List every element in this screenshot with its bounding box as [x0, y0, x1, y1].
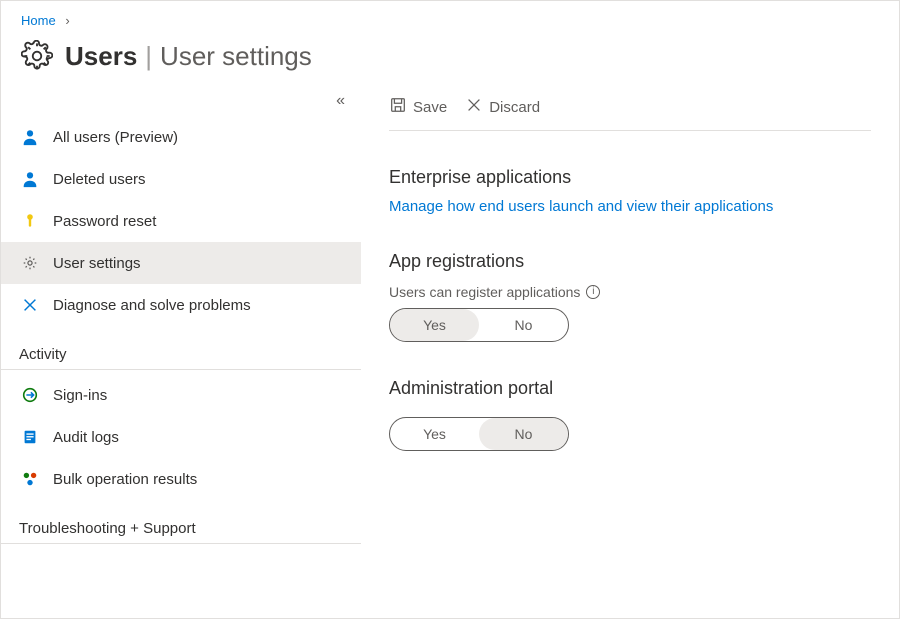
sidebar: « All users (Preview) Deleted users Pass… [1, 92, 361, 609]
sidebar-item-label: User settings [53, 255, 141, 272]
chevron-right-icon: › [65, 13, 69, 28]
discard-label: Discard [489, 99, 540, 116]
section-enterprise-apps-title: Enterprise applications [389, 167, 871, 188]
sidebar-item-user-settings[interactable]: User settings [1, 242, 361, 284]
log-icon [19, 426, 41, 448]
key-icon [19, 210, 41, 232]
sidebar-item-label: Sign-ins [53, 387, 107, 404]
save-icon [389, 96, 407, 118]
sidebar-item-diagnose[interactable]: Diagnose and solve problems [1, 284, 361, 326]
page-title: Users [65, 41, 137, 72]
sidebar-item-signins[interactable]: Sign-ins [1, 374, 361, 416]
gear-icon [19, 38, 55, 74]
collapse-sidebar-icon[interactable]: « [336, 92, 345, 110]
app-reg-toggle-no[interactable]: No [479, 309, 568, 341]
section-admin-portal-title: Administration portal [389, 378, 871, 399]
sidebar-item-deleted-users[interactable]: Deleted users [1, 158, 361, 200]
bulk-icon [19, 468, 41, 490]
person-icon [19, 126, 41, 148]
section-app-registrations-title: App registrations [389, 251, 871, 272]
app-reg-toggle: Yes No [389, 308, 569, 342]
sidebar-item-label: Bulk operation results [53, 471, 197, 488]
info-icon[interactable]: i [586, 285, 600, 299]
title-separator: | [145, 41, 152, 72]
sidebar-item-label: All users (Preview) [53, 129, 178, 146]
signin-icon [19, 384, 41, 406]
page-subtitle: User settings [160, 41, 312, 72]
discard-button[interactable]: Discard [465, 96, 540, 118]
admin-portal-toggle: Yes No [389, 417, 569, 451]
toolbar: Save Discard [389, 92, 871, 131]
wrench-icon [19, 294, 41, 316]
save-button[interactable]: Save [389, 96, 447, 118]
sidebar-section-troubleshoot: Troubleshooting + Support [1, 506, 361, 544]
save-label: Save [413, 99, 447, 116]
breadcrumb-home[interactable]: Home [21, 13, 56, 28]
sidebar-item-bulk-results[interactable]: Bulk operation results [1, 458, 361, 500]
sidebar-item-label: Password reset [53, 213, 156, 230]
admin-portal-toggle-no[interactable]: No [479, 418, 568, 450]
sidebar-item-label: Diagnose and solve problems [53, 297, 251, 314]
sidebar-item-password-reset[interactable]: Password reset [1, 200, 361, 242]
close-icon [465, 96, 483, 118]
admin-portal-toggle-yes[interactable]: Yes [390, 418, 479, 450]
person-icon [19, 168, 41, 190]
app-reg-toggle-yes[interactable]: Yes [390, 309, 479, 341]
sidebar-item-label: Deleted users [53, 171, 146, 188]
breadcrumb: Home › [1, 1, 899, 32]
sidebar-section-activity: Activity [1, 332, 361, 370]
sidebar-item-label: Audit logs [53, 429, 119, 446]
sidebar-item-all-users[interactable]: All users (Preview) [1, 116, 361, 158]
app-reg-field-label: Users can register applications i [389, 284, 871, 300]
gear-icon [19, 252, 41, 274]
enterprise-apps-link[interactable]: Manage how end users launch and view the… [389, 198, 871, 215]
sidebar-item-audit-logs[interactable]: Audit logs [1, 416, 361, 458]
content-pane: Save Discard Enterprise applications Man… [361, 92, 899, 609]
page-header: Users | User settings [1, 32, 899, 92]
app-reg-label-text: Users can register applications [389, 284, 580, 300]
